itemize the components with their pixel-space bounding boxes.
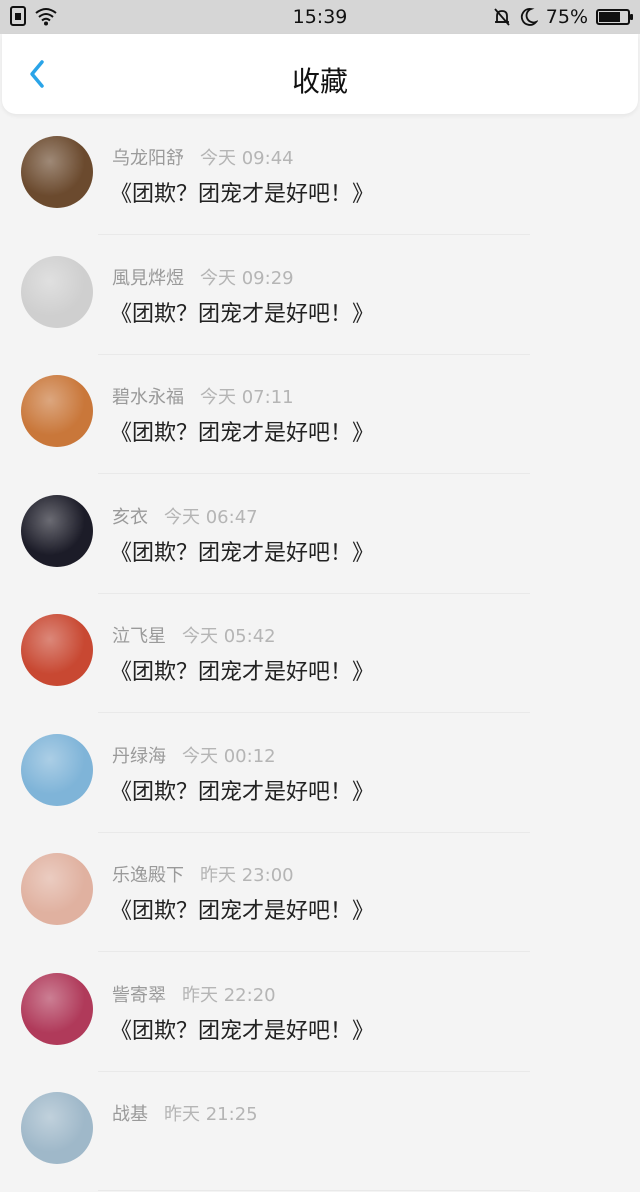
item-username: 乌龙阳舒 — [112, 148, 184, 169]
item-meta: 战基 昨天 21:25 — [112, 1100, 258, 1126]
status-bar: 15:39 75% — [0, 0, 640, 34]
item-username: 碧水永福 — [112, 387, 184, 408]
item-meta: 風見烨煜 今天 09:29 — [112, 264, 294, 290]
item-time: 今天 00:12 — [182, 745, 276, 767]
item-time: 今天 09:44 — [200, 148, 294, 169]
battery-level — [599, 12, 620, 22]
list-item[interactable]: 战基 昨天 21:25 — [0, 1072, 640, 1192]
item-username: 丹绿海 — [112, 745, 166, 767]
status-right-icons: 75% — [492, 6, 633, 28]
avatar[interactable] — [21, 1092, 93, 1164]
avatar[interactable] — [21, 733, 93, 806]
item-message: 《团欺？团宠才是好吧！》 — [110, 540, 375, 566]
favorites-list: 乌龙阳舒 今天 09:44 《团欺？团宠才是好吧！》 風見烨煜 今天 09:29 《团欺？… — [0, 116, 640, 1192]
list-item[interactable]: 訾寄翠 昨天 22:20 《团欺？团宠才是好吧！》 — [0, 953, 640, 1073]
avatar[interactable] — [21, 853, 93, 925]
item-time: 今天 09:29 — [200, 267, 294, 289]
item-message: 《团欺？团宠才是好吧！》 — [110, 421, 375, 446]
avatar[interactable] — [21, 494, 93, 567]
item-meta: 泣飞星 今天 05:42 — [112, 622, 276, 648]
avatar[interactable] — [21, 614, 93, 686]
item-time: 昨天 23:00 — [200, 865, 294, 886]
list-item[interactable]: 丹绿海 今天 00:12 《团欺？团宠才是好吧！》 — [0, 714, 640, 834]
item-time: 今天 07:11 — [200, 387, 294, 408]
item-message: 《团欺？团宠才是好吧！》 — [110, 301, 375, 327]
item-username: 乐逸殿下 — [112, 865, 184, 886]
item-message: 《团欺？团宠才是好吧！》 — [110, 182, 375, 207]
nav-bar: 收藏 — [2, 34, 638, 114]
page-title: 收藏 — [291, 65, 348, 98]
mute-bell-icon — [494, 8, 510, 26]
item-username: 風見烨煜 — [112, 267, 184, 289]
list-item[interactable]: 乐逸殿下 昨天 23:00 《团欺？团宠才是好吧！》 — [0, 833, 640, 953]
item-username: 訾寄翠 — [112, 984, 166, 1006]
item-message: 《团欺？团宠才是好吧！》 — [110, 899, 375, 924]
list-item[interactable]: 風見烨煜 今天 09:29 《团欺？团宠才是好吧！》 — [0, 236, 640, 356]
avatar[interactable] — [21, 136, 93, 208]
item-meta: 碧水永福 今天 07:11 — [112, 383, 294, 409]
avatar[interactable] — [21, 255, 93, 328]
item-message: 《团欺？团宠才是好吧！》 — [110, 779, 375, 805]
item-time: 昨天 21:25 — [164, 1104, 258, 1125]
list-item[interactable]: 碧水永福 今天 07:11 《团欺？团宠才是好吧！》 — [0, 355, 640, 475]
item-meta: 亥衣 今天 06:47 — [112, 503, 258, 529]
item-message: 《团欺？团宠才是好吧！》 — [110, 660, 375, 685]
item-time: 今天 06:47 — [164, 506, 258, 528]
avatar[interactable] — [21, 375, 93, 447]
battery-icon — [596, 9, 633, 25]
avatar[interactable] — [21, 972, 93, 1045]
battery-percent: 75% — [545, 6, 588, 28]
item-username: 亥衣 — [112, 506, 148, 528]
item-username: 泣飞星 — [112, 626, 166, 647]
list-item[interactable]: 亥衣 今天 06:47 《团欺？团宠才是好吧！》 — [0, 475, 640, 595]
item-time: 昨天 22:20 — [182, 984, 276, 1006]
item-time: 今天 05:42 — [182, 626, 276, 647]
item-username: 战基 — [112, 1104, 148, 1125]
item-message: 《团欺？团宠才是好吧！》 — [110, 1018, 375, 1044]
moon-icon — [520, 8, 538, 26]
list-item[interactable]: 乌龙阳舒 今天 09:44 《团欺？团宠才是好吧！》 — [0, 116, 640, 236]
item-meta: 丹绿海 今天 00:12 — [112, 742, 276, 768]
list-item[interactable]: 泣飞星 今天 05:42 《团欺？团宠才是好吧！》 — [0, 594, 640, 714]
item-meta: 訾寄翠 昨天 22:20 — [112, 981, 276, 1007]
item-divider — [98, 1190, 530, 1191]
item-meta: 乐逸殿下 昨天 23:00 — [112, 861, 294, 887]
item-meta: 乌龙阳舒 今天 09:44 — [112, 144, 294, 170]
